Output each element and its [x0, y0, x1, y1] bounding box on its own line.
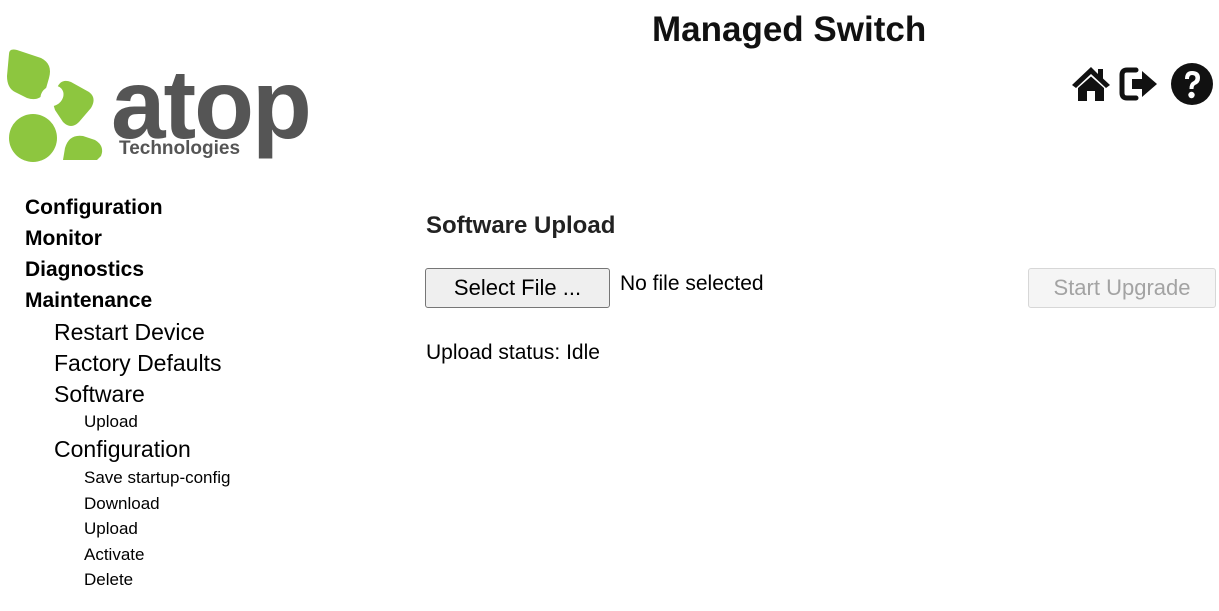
nav-activate[interactable]: Activate	[25, 542, 230, 568]
upload-status-text: Upload status: Idle	[426, 341, 600, 364]
logo-tagline-text: Technologies	[119, 138, 240, 159]
sidebar-nav: Configuration Monitor Diagnostics Mainte…	[25, 192, 230, 593]
nav-delete[interactable]: Delete	[25, 567, 230, 593]
logout-icon[interactable]	[1118, 63, 1160, 105]
nav-software-upload[interactable]: Upload	[25, 410, 230, 434]
nav-save-startup-config[interactable]: Save startup-config	[25, 465, 230, 491]
page-title: Managed Switch	[652, 10, 927, 49]
home-icon[interactable]	[1070, 63, 1112, 105]
nav-config[interactable]: Configuration	[25, 434, 230, 465]
start-upgrade-button[interactable]: Start Upgrade	[1028, 268, 1216, 308]
file-status-text: No file selected	[620, 272, 764, 295]
atop-logo-graphic: atop Technologies	[7, 49, 312, 162]
nav-factory-defaults[interactable]: Factory Defaults	[25, 348, 230, 379]
nav-configuration[interactable]: Configuration	[25, 192, 230, 224]
section-heading: Software Upload	[426, 212, 616, 239]
select-file-button[interactable]: Select File ...	[425, 268, 610, 308]
help-icon[interactable]	[1170, 62, 1214, 106]
nav-download[interactable]: Download	[25, 491, 230, 517]
atop-logo: atop Technologies	[5, 48, 365, 163]
nav-config-upload[interactable]: Upload	[25, 516, 230, 542]
nav-diagnostics[interactable]: Diagnostics	[25, 254, 230, 286]
nav-software[interactable]: Software	[25, 379, 230, 410]
nav-maintenance[interactable]: Maintenance	[25, 285, 230, 317]
nav-restart-device[interactable]: Restart Device	[25, 317, 230, 348]
nav-monitor[interactable]: Monitor	[25, 223, 230, 255]
